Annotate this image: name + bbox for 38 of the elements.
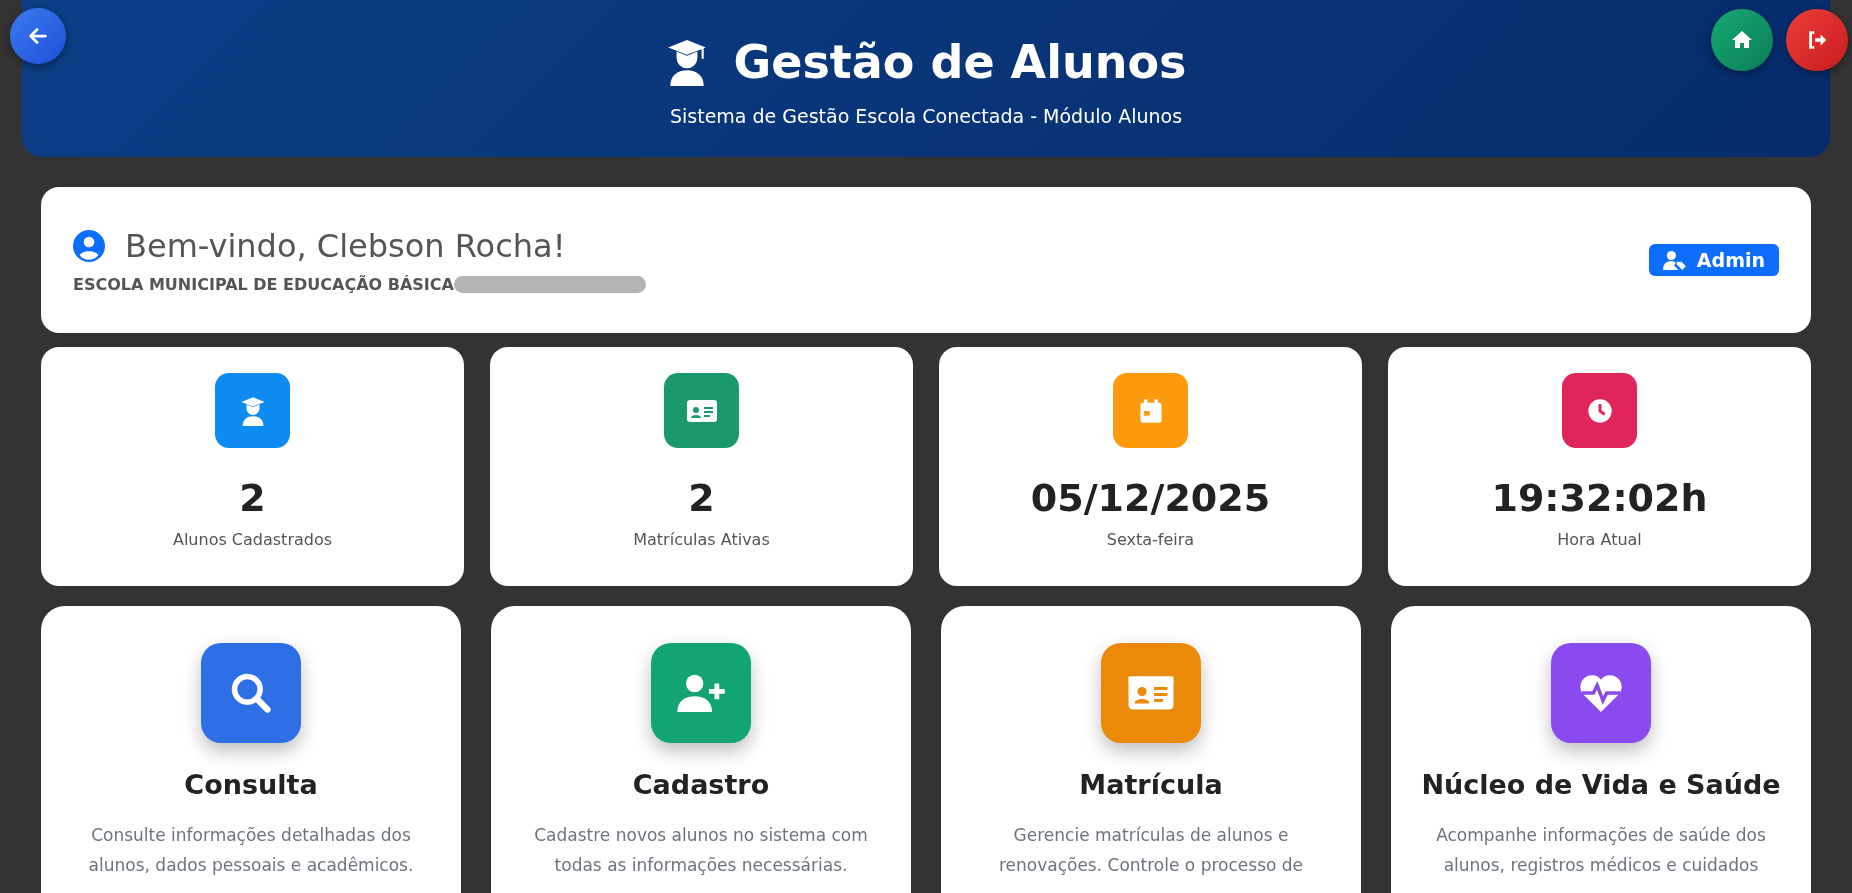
- user-tag-icon: [1662, 250, 1687, 270]
- stat-label: Alunos Cadastrados: [172, 530, 333, 549]
- clock-icon: [1585, 396, 1614, 425]
- welcome-greeting: Bem-vindo, Clebson Rocha!: [125, 226, 566, 265]
- id-card-icon: [1127, 675, 1175, 711]
- module-card[interactable]: Núcleo de Vida e Saúde Acompanhe informações de saúde dos alunos, registros médicos e cuidados: [1391, 606, 1811, 893]
- stat-value: 05/12/2025: [1030, 476, 1271, 520]
- add-user-icon: [677, 674, 725, 712]
- role-badge: Admin: [1648, 244, 1779, 276]
- heartbeat-icon: [1578, 672, 1624, 714]
- module-description: Gerencie matrículas de alunos e renovações. Controle o processo de: [998, 824, 1304, 877]
- stat-label: Hora Atual: [1557, 530, 1642, 549]
- stat-value: 2: [239, 476, 266, 520]
- graduate-icon: [665, 37, 708, 86]
- module-description: Cadastre novos alunos no sistema com todas as informações necessárias.: [534, 824, 868, 877]
- module-title: Cadastro: [632, 769, 770, 800]
- logout-icon: [1806, 29, 1828, 51]
- module-card[interactable]: Cadastro Cadastre novos alunos no sistema com todas as informações necessárias.: [491, 606, 911, 893]
- stat-label: Sexta-feira: [1106, 530, 1195, 549]
- search-icon: [229, 671, 273, 715]
- user-avatar-icon: [73, 229, 105, 262]
- school-name: ESCOLA MUNICIPAL DE EDUCAÇÃO BÁSICA: [73, 274, 454, 294]
- module-card[interactable]: Matrícula Gerencie matrículas de alunos e renovações. Controle o processo de: [941, 606, 1361, 893]
- module-description: Consulte informações detalhadas dos alunos, dados pessoais e acadêmicos.: [88, 824, 414, 877]
- module-title: Matrícula: [1079, 769, 1223, 800]
- stat-label: Matrículas Ativas: [633, 530, 770, 549]
- stat-value: 2: [688, 476, 715, 520]
- module-description: Acompanhe informações de saúde dos alunos, registros médicos e cuidados: [1436, 824, 1766, 877]
- graduate-icon: [239, 395, 266, 426]
- module-title: Consulta: [184, 769, 318, 800]
- module-card[interactable]: Consulta Consulte informações detalhadas dos alunos, dados pessoais e acadêmicos.: [41, 606, 461, 893]
- back-button[interactable]: [10, 8, 66, 64]
- back-arrow-icon: [27, 25, 49, 47]
- page-title: Gestão de Alunos: [733, 34, 1187, 89]
- id-card-icon: [685, 398, 718, 423]
- stat-value: 19:32:02h: [1491, 476, 1708, 520]
- module-title: Núcleo de Vida e Saúde: [1421, 769, 1781, 800]
- page-subtitle: Sistema de Gestão Escola Conectada - Módulo Alunos: [669, 104, 1183, 127]
